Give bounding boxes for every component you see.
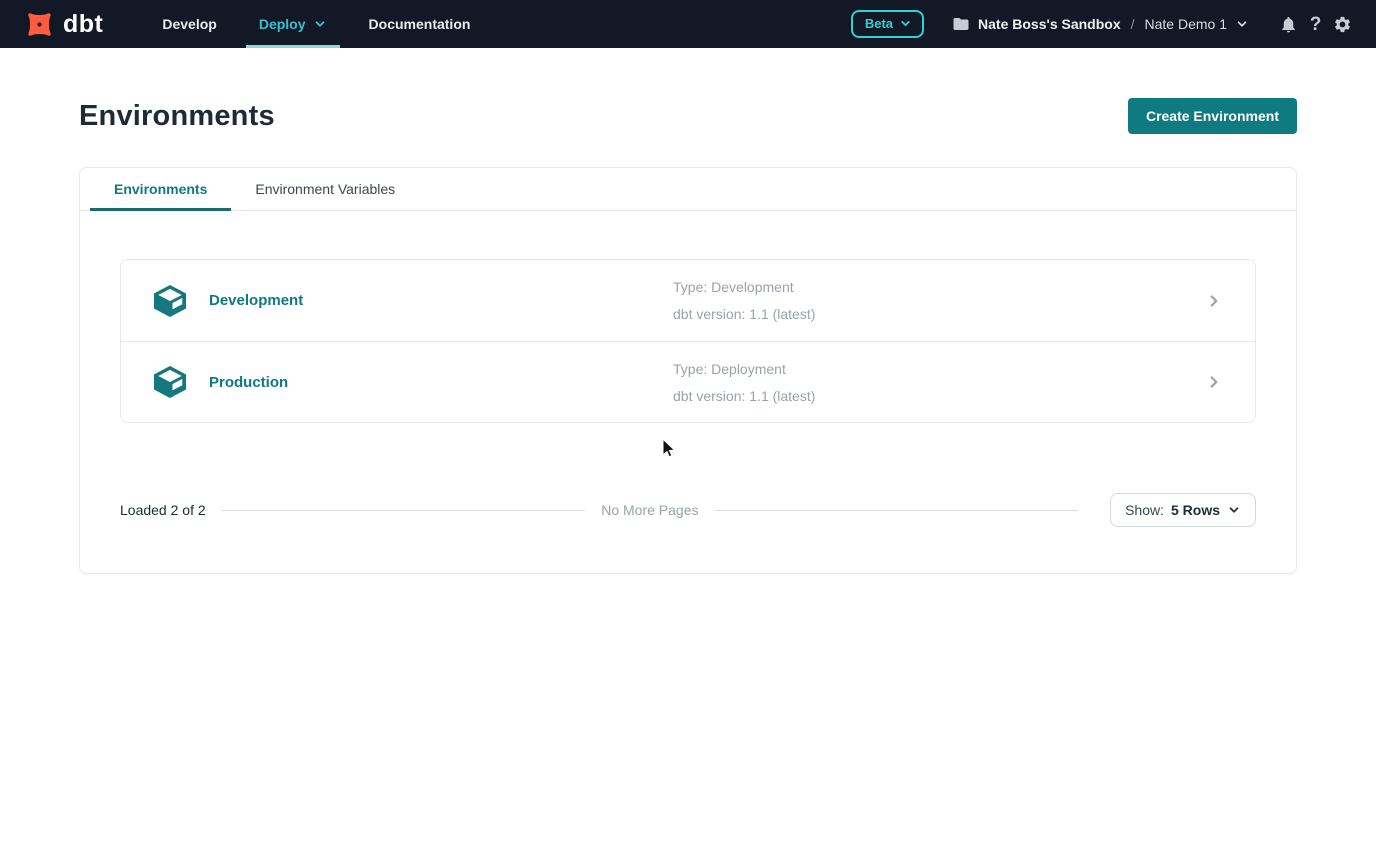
pagination-footer: Loaded 2 of 2 No More Pages Show: 5 Rows — [120, 493, 1256, 527]
environment-link[interactable]: Development — [209, 292, 303, 309]
chevron-down-icon — [1227, 503, 1241, 517]
breadcrumb-separator: / — [1131, 16, 1135, 32]
card-body: Development Type: Development dbt versio… — [80, 211, 1296, 573]
main-nav: Develop Deploy Documentation — [141, 0, 491, 48]
chevron-right-icon — [1205, 373, 1223, 391]
dbt-logo-text: dbt — [63, 12, 103, 37]
loaded-count: Loaded 2 of 2 — [120, 502, 206, 518]
environment-cube-icon — [151, 284, 189, 318]
folder-icon — [952, 15, 970, 33]
bell-icon — [1279, 15, 1298, 34]
beta-dropdown-button[interactable]: Beta — [851, 10, 924, 38]
help-button[interactable]: ? — [1302, 9, 1329, 39]
rows-per-page-dropdown[interactable]: Show: 5 Rows — [1110, 493, 1256, 527]
dbt-logo[interactable]: dbt — [24, 9, 103, 40]
divider-line — [222, 510, 586, 511]
account-name: Nate Boss's Sandbox — [978, 16, 1121, 32]
gear-icon — [1333, 15, 1352, 34]
nav-item-deploy[interactable]: Deploy — [238, 0, 348, 48]
chevron-right-icon — [1205, 292, 1223, 310]
environments-card: Environments Environment Variables Devel… — [79, 167, 1297, 574]
environment-version: dbt version: 1.1 (latest) — [673, 307, 1205, 321]
notifications-button[interactable] — [1275, 9, 1302, 39]
settings-button[interactable] — [1329, 9, 1356, 39]
navbar-right: Beta Nate Boss's Sandbox / Nate Demo 1 ? — [851, 9, 1356, 39]
project-name: Nate Demo 1 — [1145, 16, 1227, 32]
question-mark-icon: ? — [1310, 15, 1322, 34]
nav-item-develop[interactable]: Develop — [141, 0, 237, 48]
environment-list: Development Type: Development dbt versio… — [120, 259, 1256, 423]
no-more-pages-label: No More Pages — [601, 502, 698, 518]
chevron-down-icon — [1235, 17, 1249, 31]
tab-environment-variables[interactable]: Environment Variables — [231, 168, 419, 211]
create-environment-button[interactable]: Create Environment — [1128, 98, 1297, 134]
environment-type: Type: Development — [673, 280, 1205, 294]
dbt-logo-icon — [18, 2, 62, 46]
environment-type: Type: Deployment — [673, 362, 1205, 376]
chevron-down-icon — [899, 17, 912, 30]
page-header: Environments Create Environment — [79, 98, 1297, 134]
environment-link[interactable]: Production — [209, 374, 288, 391]
project-switcher[interactable]: Nate Boss's Sandbox / Nate Demo 1 — [952, 15, 1249, 33]
environment-version: dbt version: 1.1 (latest) — [673, 389, 1205, 403]
page-title: Environments — [79, 100, 275, 133]
tab-bar: Environments Environment Variables — [80, 168, 1296, 211]
chevron-down-icon — [313, 17, 327, 31]
top-navbar: dbt Develop Deploy Documentation Beta Na… — [0, 0, 1376, 48]
environment-cube-icon — [151, 365, 189, 399]
main-content: Environments Create Environment Environm… — [0, 98, 1376, 574]
tab-environments[interactable]: Environments — [90, 168, 231, 211]
divider-line — [715, 510, 1079, 511]
environment-row-production[interactable]: Production Type: Deployment dbt version:… — [121, 341, 1255, 422]
environment-row-development[interactable]: Development Type: Development dbt versio… — [121, 260, 1255, 341]
nav-item-documentation[interactable]: Documentation — [348, 0, 492, 48]
